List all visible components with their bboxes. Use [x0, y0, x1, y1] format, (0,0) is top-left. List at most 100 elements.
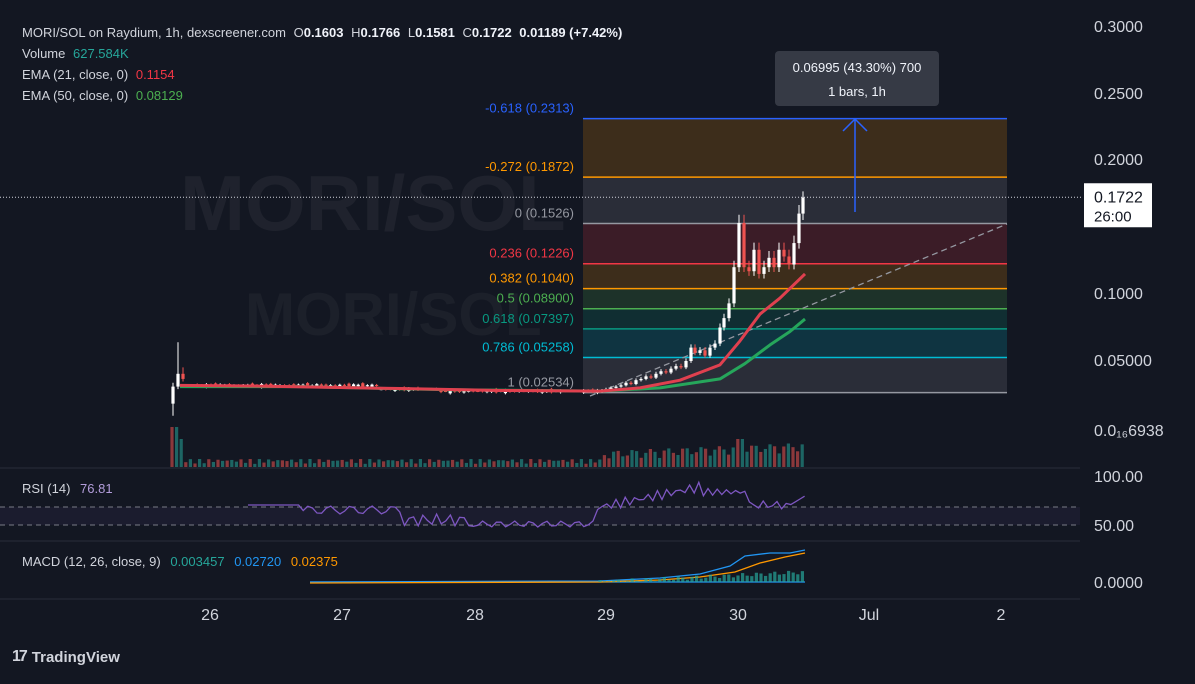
- volume-bar-97: [616, 450, 620, 467]
- macd-label[interactable]: MACD (12, 26, close, 9): [22, 554, 161, 569]
- candle-body-106[interactable]: [664, 371, 668, 373]
- volume-bar-94: [602, 455, 606, 467]
- macd-hist-bar-42: [791, 572, 795, 582]
- volume-bar-12: [225, 460, 229, 467]
- ema21-label[interactable]: EMA (21, close, 0): [22, 67, 128, 82]
- volume-bar-16: [244, 462, 248, 467]
- candle-body-38[interactable]: [347, 383, 351, 387]
- candle-body-112[interactable]: [693, 347, 697, 353]
- candle-body-131[interactable]: [787, 256, 791, 265]
- candle-body-101[interactable]: [639, 378, 643, 381]
- volume-bar-59: [441, 460, 445, 467]
- candle-body-119[interactable]: [727, 303, 731, 319]
- macd-line[interactable]: [309, 549, 806, 583]
- candle-body-123[interactable]: [747, 267, 751, 272]
- ema21-value: 0.1154: [135, 67, 175, 82]
- candle-body-117[interactable]: [718, 327, 722, 344]
- candle-body-114[interactable]: [703, 350, 707, 356]
- volume-bar-78: [529, 459, 533, 467]
- tradingview-logo[interactable]: 17 TradingView: [12, 648, 120, 666]
- candle-body-132[interactable]: [792, 243, 796, 265]
- candle-body-130[interactable]: [782, 249, 786, 257]
- candle-body-109[interactable]: [679, 366, 683, 368]
- candle-body-105[interactable]: [659, 371, 663, 374]
- candle-body-133[interactable]: [797, 213, 801, 244]
- candle-body-113[interactable]: [698, 350, 702, 353]
- rsi-label[interactable]: RSI (14): [22, 481, 70, 496]
- candle-body-115[interactable]: [708, 347, 712, 356]
- candle-body-108[interactable]: [674, 366, 678, 369]
- candle-body-0[interactable]: [171, 386, 175, 404]
- candle-body-120[interactable]: [732, 267, 736, 304]
- ema50-label[interactable]: EMA (50, close, 0): [22, 88, 128, 103]
- candle-body-126[interactable]: [762, 267, 766, 274]
- volume-bar-114: [694, 452, 698, 467]
- close-value: 0.1722: [471, 25, 512, 40]
- candle-body-100[interactable]: [634, 380, 638, 385]
- time-axis-tick-4: 30: [729, 607, 747, 624]
- volume-bar-62: [455, 461, 459, 467]
- low-value: 0.1581: [415, 25, 455, 40]
- volume-bar-58: [437, 459, 441, 467]
- candle-body-37[interactable]: [342, 384, 346, 386]
- macd-hist-value: 0.003457: [170, 554, 225, 569]
- candle-body-96[interactable]: [614, 386, 618, 388]
- volume-bar-125: [745, 451, 749, 467]
- volume-bar-24: [280, 460, 284, 467]
- volume-bar-89: [579, 459, 583, 467]
- candle-body-124[interactable]: [752, 249, 756, 272]
- volume-bar-1: [175, 427, 179, 467]
- macd-signal-line[interactable]: [309, 552, 806, 584]
- volume-bar-91: [589, 459, 593, 467]
- volume-bar-70: [492, 461, 496, 467]
- candle-body-110[interactable]: [684, 361, 688, 368]
- volume-bar-48: [391, 460, 395, 467]
- candle-body-111[interactable]: [689, 347, 693, 361]
- volume-bar-37: [340, 459, 344, 467]
- candle-body-40[interactable]: [356, 384, 360, 387]
- macd-hist-bar-35: [759, 573, 763, 582]
- candle-body-43[interactable]: [370, 384, 374, 387]
- candle-body-127[interactable]: [767, 257, 771, 268]
- candle-body-129[interactable]: [777, 249, 781, 268]
- candle-body-121[interactable]: [737, 222, 741, 268]
- candle-body-107[interactable]: [669, 368, 673, 373]
- fib-zone-4: [583, 288, 1007, 309]
- candle-body-41[interactable]: [361, 383, 365, 387]
- symbol-title[interactable]: MORI/SOL on Raydium, 1h, dexscreener.com: [22, 25, 286, 40]
- candle-body-99[interactable]: [629, 382, 633, 385]
- last-price-value: 0.1722: [1094, 189, 1143, 206]
- fib-zone-6: [583, 328, 1007, 358]
- fib-label-4: 0.382 (0.1040): [489, 271, 574, 286]
- candle-body-118[interactable]: [722, 318, 726, 328]
- candle-body-125[interactable]: [757, 249, 761, 274]
- volume-bar-17: [248, 459, 252, 467]
- candle-body-44[interactable]: [375, 384, 379, 386]
- candle-body-116[interactable]: [713, 343, 717, 348]
- macd-hist-bar-33: [750, 576, 754, 582]
- price-axis-tick-1: 0.2500: [1094, 86, 1143, 103]
- macd-hist-bar-31: [741, 573, 745, 582]
- candle-body-103[interactable]: [649, 376, 653, 378]
- volume-bar-80: [538, 459, 542, 467]
- candle-body-102[interactable]: [644, 376, 648, 379]
- candle-body-98[interactable]: [624, 382, 628, 386]
- candle-body-104[interactable]: [654, 373, 658, 378]
- volume-legend: Volume 627.584K: [22, 46, 133, 62]
- volume-bar-10: [216, 459, 220, 467]
- volume-bar-2: [179, 439, 183, 467]
- volume-bar-30: [308, 459, 312, 467]
- volume-bar-120: [722, 449, 726, 467]
- time-axis-tick-1: 27: [333, 607, 351, 624]
- volume-label[interactable]: Volume: [22, 46, 65, 61]
- candle-body-1[interactable]: [176, 373, 180, 387]
- candle-body-33[interactable]: [324, 384, 328, 386]
- macd-hist-bar-29: [731, 577, 735, 582]
- candle-body-97[interactable]: [619, 385, 623, 387]
- candle-body-122[interactable]: [742, 222, 746, 268]
- candle-body-134[interactable]: [801, 197, 805, 214]
- macd-hist-bar-23: [704, 577, 708, 582]
- candle-body-128[interactable]: [772, 257, 776, 268]
- candle-body-2[interactable]: [181, 373, 185, 379]
- candle-body-42[interactable]: [365, 385, 369, 387]
